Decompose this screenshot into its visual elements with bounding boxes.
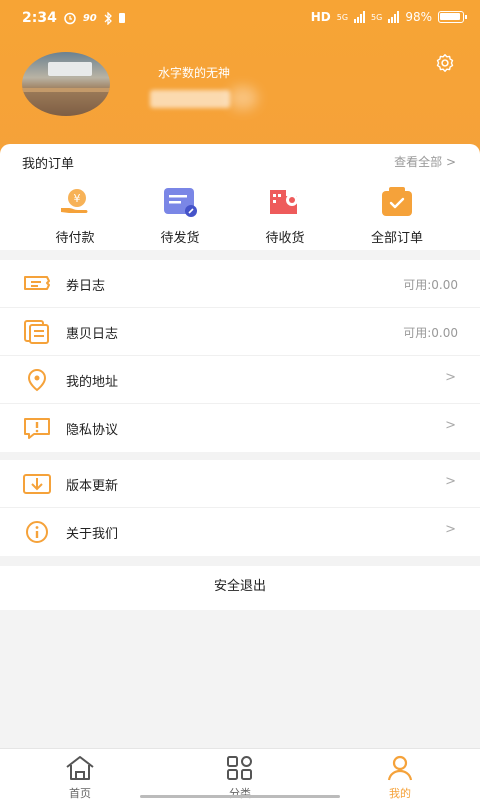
menu-label: 惠贝日志	[66, 327, 119, 342]
location-icon	[27, 369, 47, 392]
receiving-icon	[270, 190, 298, 214]
order-label: 待收货	[265, 231, 305, 246]
username: 水字数的无神	[158, 66, 231, 80]
view-all-orders-link[interactable]: 查看全部 >	[394, 153, 456, 170]
menu-item-update[interactable]: 版本更新 >	[0, 460, 480, 508]
chevron-right-icon: >	[445, 474, 456, 489]
menu-item-privacy[interactable]: 隐私协议 >	[0, 404, 480, 452]
payment-icon: ¥	[61, 189, 88, 213]
log-icon	[24, 320, 49, 344]
tab-home[interactable]: 首页	[40, 755, 120, 800]
signal-icon	[354, 11, 366, 23]
signal-label-2: 5G	[371, 12, 383, 22]
chevron-right-icon: >	[445, 370, 456, 385]
menu-list-2: 版本更新 > 关于我们 >	[0, 460, 480, 556]
menu-item-address[interactable]: 我的地址 >	[0, 356, 480, 404]
signal-label-1: 5G	[336, 12, 349, 22]
user-icon	[387, 755, 413, 781]
menu-label: 我的地址	[66, 375, 119, 390]
orders-card: 我的订单 查看全部 > ¥ 待付款 待发货 待收货 全部订单	[0, 144, 480, 250]
logout-button[interactable]: 安全退出	[0, 566, 480, 610]
menu-label: 关于我们	[66, 527, 119, 542]
tab-mine[interactable]: 我的	[360, 755, 440, 800]
all-orders-icon	[382, 187, 412, 216]
info-icon	[26, 521, 48, 543]
alarm-icon	[64, 12, 76, 25]
profile-header: 2:34 90 HD 5G 5G 98% 水字数的无神	[0, 0, 480, 160]
orders-title: 我的订单	[22, 157, 75, 172]
tab-label: 首页	[69, 787, 91, 800]
menu-item-points-log[interactable]: 惠贝日志 可用:0.00	[0, 308, 480, 356]
shipping-icon	[164, 188, 197, 217]
svg-text:¥: ¥	[74, 192, 81, 205]
ticket-icon	[24, 276, 50, 290]
order-label: 待发货	[160, 231, 200, 246]
order-label: 全部订单	[370, 231, 423, 246]
speed-icon: 90	[82, 12, 97, 24]
home-icon	[66, 756, 94, 780]
order-pending-shipment[interactable]: 待发货	[135, 186, 225, 246]
order-all[interactable]: 全部订单	[352, 186, 442, 246]
order-label: 待付款	[55, 231, 95, 246]
battery-percent: 98%	[405, 10, 432, 24]
user-id-blur-overlay	[228, 86, 258, 110]
menu-item-coupon-log[interactable]: 券日志 可用:0.00	[0, 260, 480, 308]
order-pending-receipt[interactable]: 待收货	[240, 186, 330, 246]
status-time: 2:34	[22, 10, 57, 26]
menu-value: 可用:0.00	[403, 326, 458, 340]
battery-small-icon	[118, 13, 125, 23]
tab-category[interactable]: 分类	[200, 755, 280, 800]
battery-icon	[438, 11, 467, 23]
menu-item-about[interactable]: 关于我们 >	[0, 508, 480, 556]
status-bar: 2:34 90 HD 5G 5G 98%	[0, 0, 480, 36]
order-pending-payment[interactable]: ¥ 待付款	[30, 186, 120, 246]
home-indicator	[140, 795, 340, 798]
menu-list: 券日志 可用:0.00 惠贝日志 可用:0.00 我的地址 > 隐私协议 >	[0, 260, 480, 452]
chevron-right-icon: >	[445, 418, 456, 433]
signal-icon-2	[388, 11, 400, 23]
menu-label: 版本更新	[66, 479, 119, 494]
category-icon	[227, 756, 252, 780]
bottom-tab-bar: 首页 分类 我的	[0, 748, 480, 800]
privacy-icon	[24, 418, 50, 439]
menu-value: 可用:0.00	[403, 278, 458, 292]
user-id-blurred	[150, 90, 230, 108]
chevron-right-icon: >	[445, 522, 456, 537]
bluetooth-icon	[104, 11, 112, 25]
network-label: HD	[310, 10, 331, 24]
settings-icon[interactable]	[434, 52, 456, 74]
menu-label: 券日志	[66, 279, 106, 294]
tab-label: 我的	[389, 787, 411, 800]
update-icon	[23, 474, 51, 494]
menu-label: 隐私协议	[66, 423, 119, 438]
avatar[interactable]	[22, 52, 110, 116]
